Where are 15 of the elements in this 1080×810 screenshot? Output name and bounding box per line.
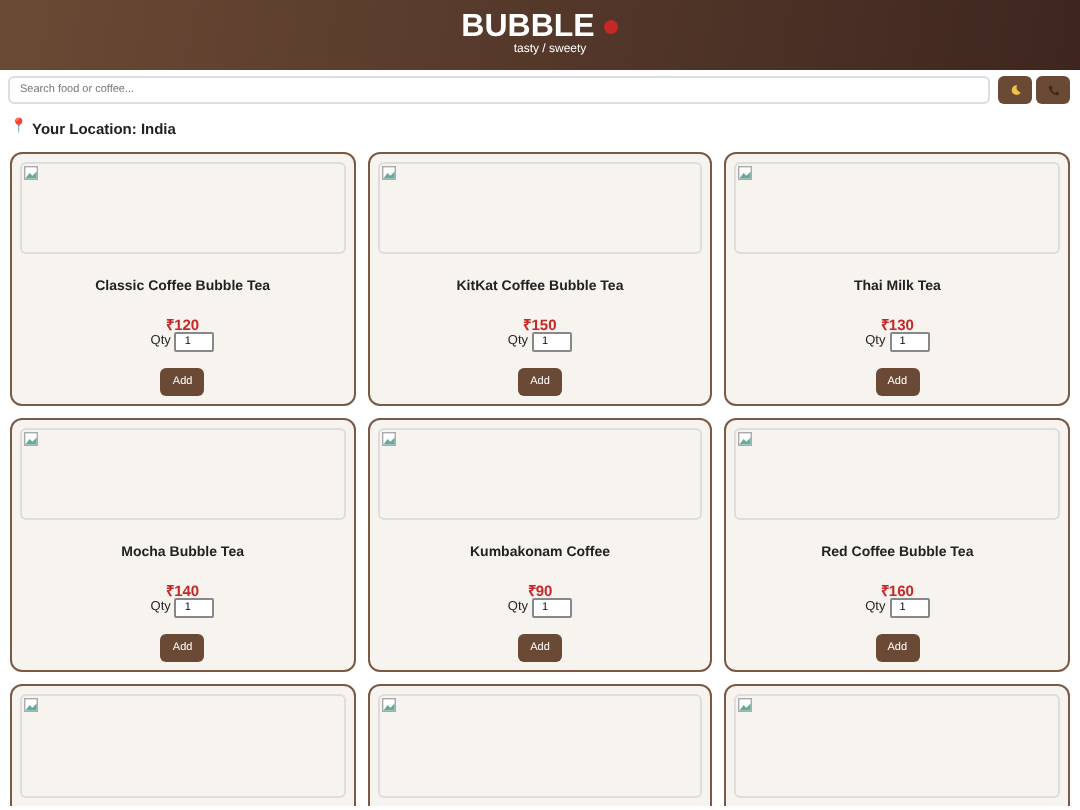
broken-image-icon [381,698,396,713]
broken-image-icon [738,698,753,713]
phone-button[interactable] [1036,76,1070,104]
broken-image-icon [738,432,753,447]
status-dot [604,20,619,35]
broken-image-icon [738,166,753,181]
broken-image-icon [24,432,38,447]
broken-image-icon [381,432,396,447]
broken-image-icon [381,166,396,181]
broken-image-icon [24,698,38,713]
app-title: BUBBLE [461,11,595,44]
broken-image-icon [24,166,38,181]
phone-icon [1047,84,1059,96]
moon-icon [1009,84,1021,96]
moon-button[interactable] [998,76,1032,104]
